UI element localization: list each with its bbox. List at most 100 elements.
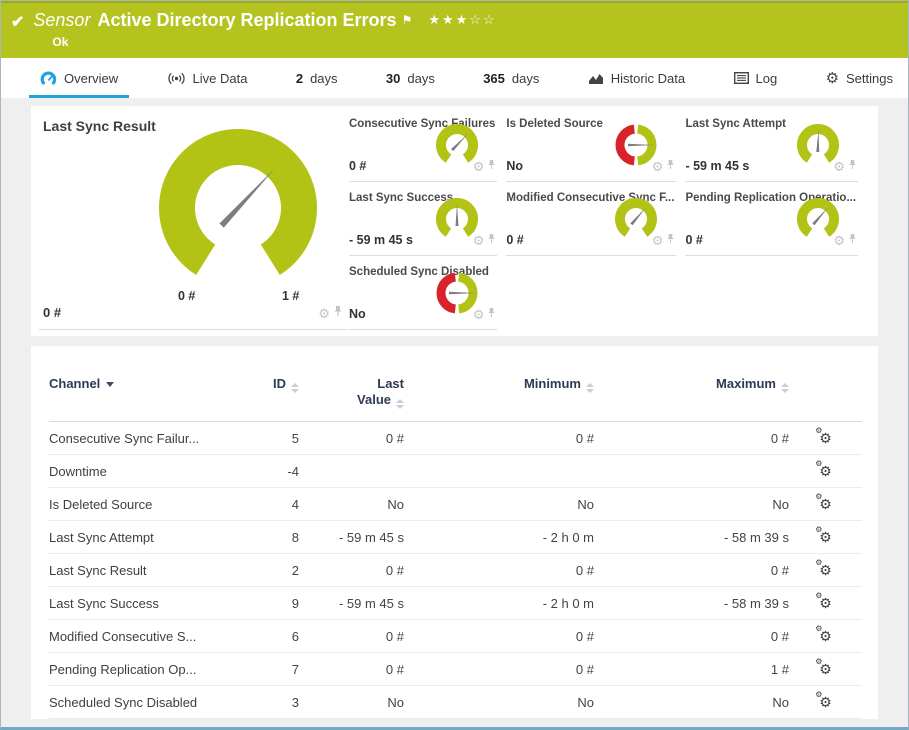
gear-icon[interactable]: ⚙ (473, 160, 485, 173)
pin-icon[interactable] (666, 157, 675, 175)
cell-id: 6 (244, 620, 299, 653)
cell-actions: ⚙⚙ (789, 488, 862, 521)
prtg-sensor-page: ✔ SensorActive Directory Replication Err… (0, 0, 909, 730)
chart-icon (588, 72, 604, 85)
gauge-consecutive-sync-failures: Consecutive Sync Failures0 #⚙ (349, 108, 497, 182)
tab-365-days[interactable]: 365days (472, 58, 550, 98)
gauge-value: 0 # (349, 159, 366, 173)
gauge-actions: ⚙ (833, 157, 857, 175)
column-label: Channel (49, 376, 100, 391)
tab-30-days[interactable]: 30days (375, 58, 446, 98)
cell-maximum: 0 # (594, 554, 789, 587)
main-content: Last Sync Result 0 # 1 # 0 # ⚙ Consecuti… (1, 98, 908, 719)
tab-prefix: 30 (386, 71, 400, 86)
table-row: Modified Consecutive S...60 #0 #0 #⚙⚙ (49, 620, 862, 653)
cell-actions: ⚙⚙ (789, 587, 862, 620)
gear-icon[interactable]: ⚙ (473, 308, 485, 321)
settings-gears-icon[interactable]: ⚙⚙ (819, 661, 832, 677)
pin-icon[interactable] (333, 304, 343, 322)
settings-gears-icon[interactable]: ⚙⚙ (819, 595, 832, 611)
pin-icon[interactable] (848, 231, 857, 249)
tab-label: Log (756, 71, 778, 86)
flag-icon[interactable]: ⚑ (402, 13, 413, 27)
cell-id: -4 (244, 455, 299, 488)
gauge-value: 0 # (685, 233, 702, 247)
cell-last-value: - 59 m 45 s (299, 587, 404, 620)
column-header-minimum[interactable]: Minimum (404, 372, 594, 422)
tab-settings[interactable]: ⚙Settings (815, 58, 904, 98)
settings-gears-icon[interactable]: ⚙⚙ (819, 562, 832, 578)
empty-cell (506, 256, 676, 329)
cell-maximum: 1 # (594, 653, 789, 686)
sensor-title-line: SensorActive Directory Replication Error… (33, 9, 496, 31)
gear-icon[interactable]: ⚙ (318, 307, 330, 320)
channels-table-header: Channel ID LastValueMinimumMaximum (49, 372, 862, 422)
tab-overview[interactable]: Overview (29, 58, 129, 98)
settings-gears-icon[interactable]: ⚙⚙ (819, 529, 832, 545)
log-icon (734, 72, 749, 84)
gear-icon[interactable]: ⚙ (652, 234, 664, 247)
cell-id: 9 (244, 587, 299, 620)
cell-channel: Pending Replication Op... (49, 653, 244, 686)
cell-id: 3 (244, 686, 299, 719)
pin-icon[interactable] (487, 305, 496, 323)
cell-last-value: 0 # (299, 554, 404, 587)
column-label: ID (273, 376, 286, 391)
gauge-dial (138, 122, 338, 286)
tab-live-data[interactable]: Live Data (156, 58, 259, 98)
settings-gears-icon[interactable]: ⚙⚙ (819, 463, 832, 479)
cell-actions: ⚙⚙ (789, 620, 862, 653)
cell-maximum: 0 # (594, 422, 789, 455)
cell-last-value: 0 # (299, 620, 404, 653)
gear-icon[interactable]: ⚙ (473, 234, 485, 247)
pin-icon[interactable] (666, 231, 675, 249)
gauge-value: No (506, 159, 523, 173)
gear-icon[interactable]: ⚙ (833, 234, 845, 247)
cell-channel: Downtime (49, 455, 244, 488)
cell-actions: ⚙⚙ (789, 455, 862, 488)
cell-actions: ⚙⚙ (789, 422, 862, 455)
table-row: Downtime-4 ⚙⚙ (49, 455, 862, 488)
page-title: Active Directory Replication Errors (97, 10, 396, 30)
settings-gears-icon[interactable]: ⚙⚙ (819, 694, 832, 710)
tab-2-days[interactable]: 2days (285, 58, 349, 98)
column-header-last[interactable]: LastValue (299, 372, 404, 422)
cell-minimum: No (404, 686, 594, 719)
table-row: Pending Replication Op...70 #0 #1 #⚙⚙ (49, 653, 862, 686)
cell-actions: ⚙⚙ (789, 554, 862, 587)
sort-icon[interactable] (396, 399, 404, 409)
tab-log[interactable]: Log (723, 58, 789, 98)
cell-last-value: No (299, 686, 404, 719)
sort-icon[interactable] (291, 383, 299, 393)
settings-gears-icon[interactable]: ⚙⚙ (819, 496, 832, 512)
tab-historic-data[interactable]: Historic Data (577, 58, 696, 98)
pin-icon[interactable] (848, 157, 857, 175)
gear-icon[interactable]: ⚙ (652, 160, 664, 173)
column-header-channel[interactable]: Channel (49, 372, 244, 422)
settings-gears-icon[interactable]: ⚙⚙ (819, 430, 832, 446)
cell-channel: Last Sync Attempt (49, 521, 244, 554)
column-header-maximum[interactable]: Maximum (594, 372, 789, 422)
sort-icon[interactable] (781, 383, 789, 393)
cell-minimum: 0 # (404, 554, 594, 587)
channels-table-panel: ChannelIDLastValueMinimumMaximum Consecu… (31, 346, 878, 719)
tab-label: Overview (64, 71, 118, 86)
table-row: Last Sync Success9- 59 m 45 s- 2 h 0 m- … (49, 587, 862, 620)
column-header-actions (789, 372, 862, 422)
cell-last-value: - 59 m 45 s (299, 521, 404, 554)
column-label: Last (299, 376, 404, 392)
cell-minimum: - 2 h 0 m (404, 521, 594, 554)
gear-icon[interactable]: ⚙ (833, 160, 845, 173)
pin-icon[interactable] (487, 231, 496, 249)
sort-icon[interactable] (586, 383, 594, 393)
pin-icon[interactable] (487, 157, 496, 175)
cell-minimum: 0 # (404, 422, 594, 455)
cell-minimum: 0 # (404, 620, 594, 653)
tab-label: Settings (846, 71, 893, 86)
column-header-id[interactable]: ID (244, 372, 299, 422)
gauge-value: 0 # (506, 233, 523, 247)
cell-id: 5 (244, 422, 299, 455)
cell-channel: Last Sync Result (49, 554, 244, 587)
settings-gears-icon[interactable]: ⚙⚙ (819, 628, 832, 644)
priority-stars[interactable]: ★★★☆☆ (428, 12, 496, 27)
